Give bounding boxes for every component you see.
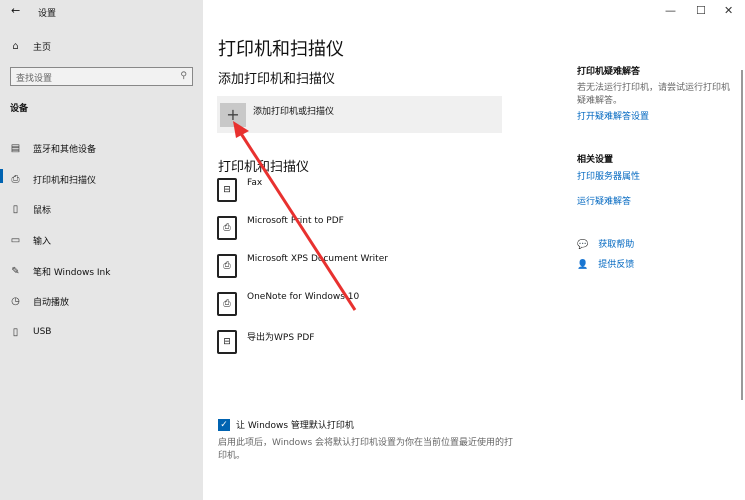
document-printer-icon: ⎙ — [217, 292, 237, 316]
default-printer-checkbox[interactable]: ✓ 让 Windows 管理默认打印机 — [218, 418, 354, 431]
home-icon: ⌂ — [12, 41, 19, 52]
sidebar-item-label: 输入 — [33, 236, 52, 247]
help-icon: 💬 — [577, 240, 589, 250]
troubleshoot-title: 打印机疑难解答 — [577, 67, 641, 77]
mouse-icon: ▯ — [12, 204, 19, 216]
search-input[interactable]: 查找设置 ⚲ — [10, 67, 193, 86]
run-troubleshooter-link[interactable]: 运行疑难解答 — [577, 196, 737, 209]
bluetooth-devices-icon: ▤ — [10, 142, 21, 154]
pen-icon: ✎ — [11, 265, 20, 277]
sidebar-item-label: USB — [33, 327, 52, 338]
page-title: 打印机和扫描仪 — [218, 39, 344, 60]
printer-icon: ⎙ — [11, 173, 20, 185]
print-server-properties-link[interactable]: 打印服务器属性 — [577, 171, 737, 184]
plus-icon: + — [220, 103, 246, 127]
add-printer-button[interactable]: + 添加打印机或扫描仪 — [217, 96, 502, 133]
window-title: 设置 — [38, 9, 57, 19]
printer-name: 导出为WPS PDF — [247, 333, 315, 343]
document-printer-icon: ⎙ — [217, 254, 237, 278]
add-section-heading: 添加打印机和扫描仪 — [218, 72, 336, 87]
sidebar-item-3[interactable]: ▭ 输入 — [0, 225, 203, 256]
help-label: 获取帮助 — [598, 240, 635, 250]
fax-printer-icon: ⊟ — [217, 178, 237, 202]
sidebar-item-label: 自动播放 — [33, 298, 70, 309]
sidebar-item-6[interactable]: ▯ USB — [0, 317, 203, 348]
related-settings-title: 相关设置 — [577, 155, 614, 165]
autoplay-icon: ◷ — [11, 296, 20, 308]
sidebar-item-label: 鼠标 — [33, 206, 52, 217]
feedback-icon: 👤 — [577, 260, 589, 270]
scrollbar[interactable] — [741, 70, 743, 400]
default-printer-description: 启用此项后，Windows 会将默认打印机设置为你在当前位置最近使用的打印机。 — [218, 438, 514, 461]
printer-item[interactable]: ⎙ Microsoft XPS Document Writer — [217, 254, 388, 292]
sidebar-item-label: 打印机和扫描仪 — [33, 175, 97, 186]
maximize-button[interactable]: ☐ — [696, 4, 706, 17]
printer-list: ⊟ Fax ⎙ Microsoft Print to PDF ⎙ Microsoft XP… — [217, 178, 388, 368]
printer-name: Fax — [247, 178, 263, 188]
printer-item[interactable]: ⎙ Microsoft Print to PDF — [217, 216, 388, 254]
feedback-link[interactable]: 👤 提供反馈 — [577, 259, 737, 272]
printer-item[interactable]: ⊟ Fax — [217, 178, 388, 216]
back-button[interactable]: ← — [11, 4, 20, 17]
sidebar-item-2[interactable]: ▯ 鼠标 — [0, 194, 203, 225]
sidebar-nav: ▤ 蓝牙和其他设备 ⎙ 打印机和扫描仪 ▯ 鼠标 ▭ 输入 ✎ 笔和 Windows Ink ◷ 自动… — [0, 133, 203, 348]
close-button[interactable]: ✕ — [724, 4, 733, 17]
sidebar-item-0[interactable]: ▤ 蓝牙和其他设备 — [0, 133, 203, 164]
search-icon: ⚲ — [180, 71, 187, 81]
get-help-link[interactable]: 💬 获取帮助 — [577, 239, 737, 252]
printer-item[interactable]: ⎙ OneNote for Windows 10 — [217, 292, 388, 330]
printer-name: OneNote for Windows 10 — [247, 292, 360, 302]
keyboard-icon: ▭ — [10, 234, 21, 246]
printer-item[interactable]: ⊟ 导出为WPS PDF — [217, 330, 388, 368]
printers-section-heading: 打印机和扫描仪 — [218, 160, 310, 175]
sidebar: ← 设置 ⌂ 主页 查找设置 ⚲ 设备 ▤ 蓝牙和其他设备 ⎙ 打印机和扫描仪 ▯ 鼠标 ▭ 输入… — [0, 0, 203, 500]
search-placeholder: 查找设置 — [16, 74, 53, 84]
section-heading: 设备 — [10, 104, 29, 114]
printer-name: Microsoft XPS Document Writer — [247, 254, 388, 264]
usb-icon: ▯ — [12, 326, 19, 338]
sidebar-item-label: 笔和 Windows Ink — [33, 267, 111, 278]
checkbox-label: 让 Windows 管理默认打印机 — [236, 421, 354, 431]
sidebar-item-4[interactable]: ✎ 笔和 Windows Ink — [0, 256, 203, 287]
sidebar-item-5[interactable]: ◷ 自动播放 — [0, 286, 203, 317]
right-panel: 打印机疑难解答 若无法运行打印机，请尝试运行打印机疑难解答。 打开疑难解答设置 … — [577, 66, 737, 272]
printer-name: Microsoft Print to PDF — [247, 216, 344, 226]
feedback-label: 提供反馈 — [598, 260, 635, 270]
add-printer-label: 添加打印机或扫描仪 — [253, 107, 335, 117]
troubleshoot-desc: 若无法运行打印机，请尝试运行打印机疑难解答。 — [577, 83, 731, 106]
document-printer-icon: ⎙ — [217, 216, 237, 240]
sidebar-home[interactable]: ⌂ 主页 — [10, 40, 51, 53]
checkmark-icon: ✓ — [218, 418, 230, 431]
open-troubleshoot-link[interactable]: 打开疑难解答设置 — [577, 111, 737, 124]
sidebar-item-label: 蓝牙和其他设备 — [33, 144, 97, 155]
printer-icon: ⊟ — [217, 330, 237, 354]
minimize-button[interactable]: — — [665, 4, 676, 17]
sidebar-item-1[interactable]: ⎙ 打印机和扫描仪 — [0, 164, 203, 195]
home-label: 主页 — [33, 43, 52, 53]
